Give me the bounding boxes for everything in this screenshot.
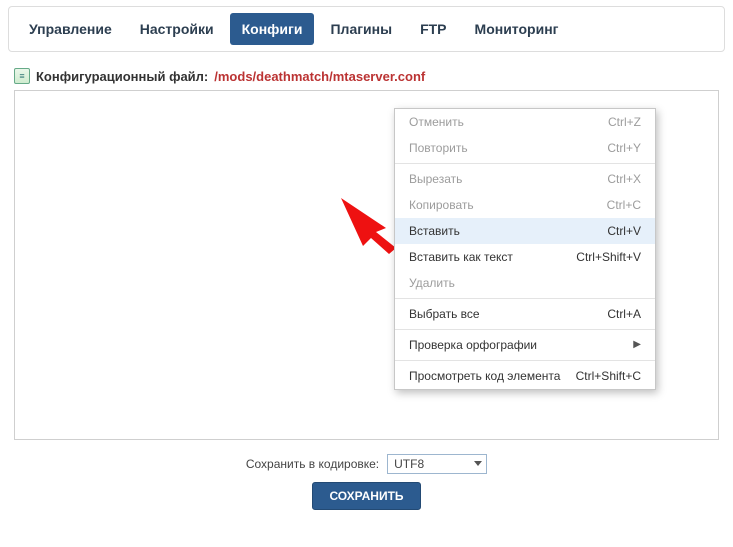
ctx-separator [395,298,655,299]
ctx-select-all-label: Выбрать все [409,306,480,322]
nav-bar: Управление Настройки Конфиги Плагины FTP… [8,6,725,52]
context-menu: Отменить Ctrl+Z Повторить Ctrl+Y Вырезат… [394,108,656,390]
ctx-separator [395,329,655,330]
ctx-paste-as-text[interactable]: Вставить как текст Ctrl+Shift+V [395,244,655,270]
ctx-delete-label: Удалить [409,275,455,291]
ctx-cut-shortcut: Ctrl+X [607,171,641,187]
ctx-undo-label: Отменить [409,114,464,130]
ctx-redo[interactable]: Повторить Ctrl+Y [395,135,655,161]
ctx-paste-shortcut: Ctrl+V [607,223,641,239]
config-path-label: Конфигурационный файл: [36,69,208,84]
ctx-cut-label: Вырезать [409,171,462,187]
ctx-redo-shortcut: Ctrl+Y [607,140,641,156]
nav-item-ftp[interactable]: FTP [408,13,458,45]
encoding-select[interactable]: UTF8 [387,454,487,474]
ctx-spellcheck[interactable]: Проверка орфографии ▶ [395,332,655,358]
ctx-copy[interactable]: Копировать Ctrl+C [395,192,655,218]
config-path-value: /mods/deathmatch/mtaserver.conf [214,69,425,84]
ctx-separator [395,163,655,164]
nav-item-monitoring[interactable]: Мониторинг [463,13,571,45]
ctx-inspect-label: Просмотреть код элемента [409,368,560,384]
ctx-copy-shortcut: Ctrl+C [607,197,641,213]
nav-item-settings[interactable]: Настройки [128,13,226,45]
ctx-undo[interactable]: Отменить Ctrl+Z [395,109,655,135]
ctx-spellcheck-label: Проверка орфографии [409,337,537,353]
ctx-redo-label: Повторить [409,140,468,156]
footer: Сохранить в кодировке: UTF8 СОХРАНИТЬ [0,440,733,510]
encoding-value: UTF8 [394,457,424,471]
save-button[interactable]: СОХРАНИТЬ [312,482,420,510]
ctx-select-all[interactable]: Выбрать все Ctrl+A [395,301,655,327]
ctx-inspect[interactable]: Просмотреть код элемента Ctrl+Shift+C [395,363,655,389]
config-path-row: ≡ Конфигурационный файл: /mods/deathmatc… [0,58,733,90]
ctx-paste-as-text-shortcut: Ctrl+Shift+V [576,249,641,265]
nav-item-configs[interactable]: Конфиги [230,13,315,45]
ctx-paste[interactable]: Вставить Ctrl+V [395,218,655,244]
ctx-paste-as-text-label: Вставить как текст [409,249,513,265]
chevron-right-icon: ▶ [633,337,641,353]
ctx-separator [395,360,655,361]
ctx-cut[interactable]: Вырезать Ctrl+X [395,166,655,192]
list-icon: ≡ [14,68,30,84]
ctx-undo-shortcut: Ctrl+Z [608,114,641,130]
ctx-copy-label: Копировать [409,197,474,213]
nav-item-plugins[interactable]: Плагины [318,13,404,45]
ctx-inspect-shortcut: Ctrl+Shift+C [576,368,641,384]
encoding-row: Сохранить в кодировке: UTF8 [246,454,487,474]
ctx-delete[interactable]: Удалить [395,270,655,296]
nav-item-management[interactable]: Управление [17,13,124,45]
ctx-select-all-shortcut: Ctrl+A [607,306,641,322]
ctx-paste-label: Вставить [409,223,460,239]
encoding-label: Сохранить в кодировке: [246,457,379,471]
